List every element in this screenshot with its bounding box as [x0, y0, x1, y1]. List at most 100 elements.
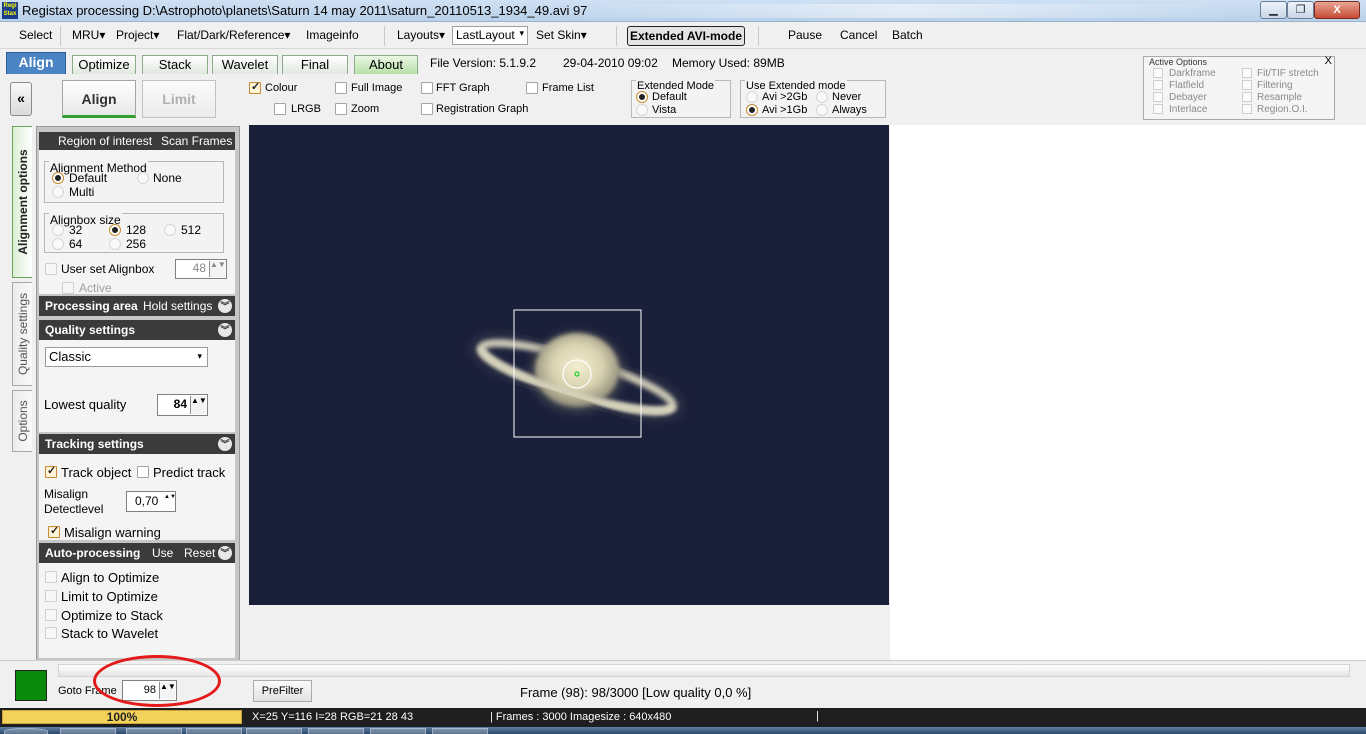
menu-select[interactable]: Select [19, 28, 52, 42]
tab-stack[interactable]: Stack [142, 55, 208, 74]
region-oi-checkbox[interactable] [1242, 104, 1252, 114]
minimize-button[interactable]: ▁ [1260, 1, 1287, 19]
menu-project[interactable]: Project▾ [116, 28, 159, 42]
pause-button[interactable]: Pause [788, 28, 822, 42]
lowest-quality-spinner[interactable]: 84 ▲▼ [157, 394, 208, 416]
resample-checkbox[interactable] [1242, 92, 1252, 102]
zoom-checkbox[interactable] [335, 103, 347, 115]
avi-2gb-radio[interactable] [746, 91, 758, 103]
interlace-checkbox[interactable] [1153, 104, 1163, 114]
auto-processing-use[interactable]: Use [152, 543, 173, 563]
region-of-interest-header[interactable]: Region of interest Scan Frames [39, 132, 235, 150]
taskbar-button[interactable] [126, 728, 182, 734]
alignbox-64-radio[interactable] [52, 238, 64, 250]
tab-optimize[interactable]: Optimize [72, 55, 136, 74]
cancel-button[interactable]: Cancel [840, 28, 877, 42]
file-version: File Version: 5.1.9.2 [430, 56, 537, 70]
lrgb-checkbox[interactable] [274, 103, 286, 115]
taskbar-button[interactable] [432, 728, 488, 734]
taskbar-button[interactable] [370, 728, 426, 734]
align-to-optimize-checkbox[interactable] [45, 571, 57, 583]
maximize-button[interactable]: ❐ [1287, 1, 1314, 19]
vtab-quality-settings[interactable]: Quality settings [12, 282, 32, 386]
tab-wavelet[interactable]: Wavelet [212, 55, 278, 74]
tracking-settings-header[interactable]: Tracking settings ︾ [39, 434, 235, 454]
fit-tif-stretch-checkbox[interactable] [1242, 68, 1252, 78]
menu-imageinfo[interactable]: Imageinfo [306, 28, 359, 42]
colour-checkbox[interactable] [249, 80, 261, 94]
batch-button[interactable]: Batch [892, 28, 923, 42]
extended-mode-vista-radio[interactable] [636, 104, 648, 116]
misalign-warning-checkbox[interactable] [48, 524, 60, 538]
spinner-arrows-icon[interactable]: ▲▼ [190, 396, 207, 414]
fft-graph-checkbox[interactable] [421, 82, 433, 94]
layout-select[interactable]: LastLayout ▾ [452, 26, 528, 45]
misalign-detectlevel-spinner[interactable]: 0,70 ▲▼ [126, 491, 176, 512]
never-radio[interactable] [816, 91, 828, 103]
menu-mru[interactable]: MRU▾ [72, 28, 105, 42]
avi-1gb-radio[interactable] [746, 104, 758, 116]
start-button[interactable] [4, 728, 48, 734]
hold-settings-label[interactable]: Hold settings [143, 296, 212, 316]
taskbar-button[interactable] [186, 728, 242, 734]
scan-frames-label[interactable]: Scan Frames [161, 132, 232, 150]
debayer-checkbox[interactable] [1153, 92, 1163, 102]
taskbar-button[interactable] [60, 728, 116, 734]
region-of-interest-label[interactable]: Region of interest [58, 132, 152, 150]
filtering-checkbox[interactable] [1242, 80, 1252, 90]
auto-processing-header[interactable]: Auto-processing Use Reset ︾ [39, 543, 235, 563]
registration-graph-checkbox[interactable] [421, 103, 433, 115]
stack-to-wavelet-checkbox[interactable] [45, 627, 57, 639]
menu-set-skin[interactable]: Set Skin▾ [536, 28, 587, 42]
alignment-multi-radio[interactable] [52, 186, 64, 198]
tab-final[interactable]: Final [282, 55, 348, 74]
auto-processing-reset[interactable]: Reset [184, 543, 215, 563]
user-set-alignbox-checkbox[interactable] [45, 263, 57, 275]
expand-icon[interactable]: ︾ [218, 546, 232, 560]
close-icon[interactable]: X [1325, 55, 1332, 67]
alignment-default-radio[interactable] [52, 172, 64, 184]
limit-to-optimize-checkbox[interactable] [45, 590, 57, 602]
spinner-arrows-icon[interactable]: ▲▼ [209, 261, 226, 277]
vtab-alignment-options[interactable]: Alignment options [12, 126, 32, 278]
taskbar-button[interactable] [246, 728, 302, 734]
close-button[interactable]: X [1314, 1, 1360, 19]
expand-icon[interactable]: ︾ [218, 299, 232, 313]
image-viewport[interactable] [249, 125, 889, 605]
alignbox-32-radio[interactable] [52, 224, 64, 236]
taskbar-button[interactable] [308, 728, 364, 734]
extended-avi-mode-button[interactable]: Extended AVI-mode [627, 26, 745, 46]
vtab-options[interactable]: Options [12, 390, 32, 452]
extended-mode-default-radio[interactable] [636, 91, 648, 103]
menu-flat-dark-reference[interactable]: Flat/Dark/Reference▾ [177, 28, 290, 42]
track-object-checkbox[interactable] [45, 464, 57, 478]
active-checkbox[interactable] [62, 282, 74, 294]
subtab-limit[interactable]: Limit [142, 80, 216, 118]
alignment-none-radio[interactable] [137, 172, 149, 184]
darkframe-checkbox[interactable] [1153, 68, 1163, 78]
tab-align[interactable]: Align [6, 52, 66, 74]
optimize-to-stack-checkbox[interactable] [45, 609, 57, 621]
always-radio[interactable] [816, 104, 828, 116]
menu-layouts[interactable]: Layouts▾ [397, 28, 445, 42]
spinner-arrows-icon[interactable]: ▲▼ [164, 493, 176, 510]
tab-about[interactable]: About [354, 55, 418, 74]
alignbox-128-radio[interactable] [109, 224, 121, 236]
processing-area-header[interactable]: Processing area Hold settings ︾ [39, 296, 235, 316]
flatfield-checkbox[interactable] [1153, 80, 1163, 90]
expand-icon[interactable]: ︾ [218, 437, 232, 451]
expand-icon[interactable]: ︾ [218, 323, 232, 337]
alignbox-512-radio[interactable] [164, 224, 176, 236]
frame-slider[interactable] [58, 664, 1350, 677]
predict-track-checkbox[interactable] [137, 466, 149, 478]
full-image-checkbox[interactable] [335, 82, 347, 94]
alignbox-256-radio[interactable] [109, 238, 121, 250]
prefilter-button[interactable]: PreFilter [253, 680, 312, 702]
subtab-align[interactable]: Align [62, 80, 136, 118]
quality-settings-header[interactable]: Quality settings ︾ [39, 320, 235, 340]
quality-method-select[interactable]: Classic ▾ [45, 347, 208, 367]
quality-method-value: Classic [49, 349, 91, 364]
collapse-panel-button[interactable]: « [10, 82, 32, 116]
frame-list-checkbox[interactable] [526, 82, 538, 94]
alignbox-size-spinner[interactable]: 48 ▲▼ [175, 259, 227, 279]
